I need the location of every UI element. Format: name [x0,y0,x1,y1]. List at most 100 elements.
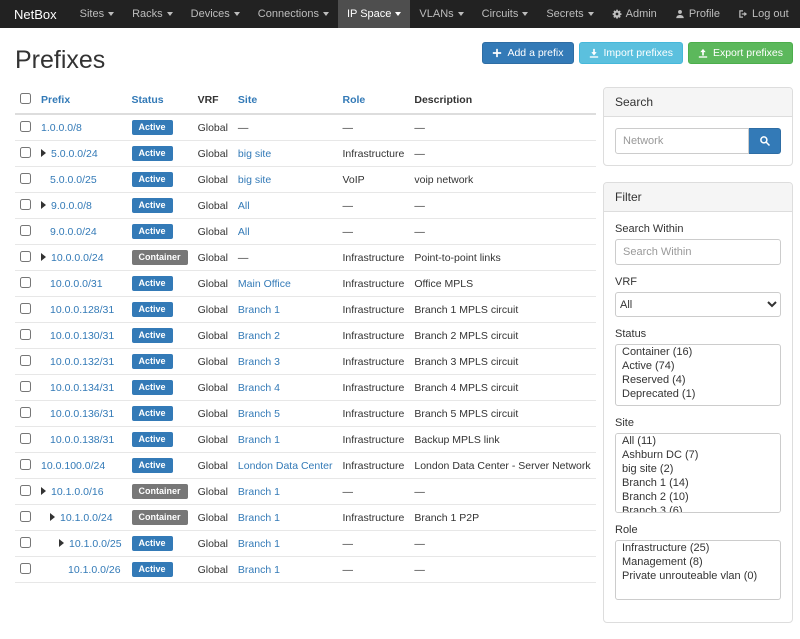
prefix-link[interactable]: 10.1.0.0/16 [51,486,104,498]
filter-option[interactable]: big site (2) [616,462,780,476]
prefix-link[interactable]: 10.0.0.132/31 [50,356,114,368]
row-check-cell [15,375,36,401]
prefix-link[interactable]: 10.1.0.0/24 [60,512,113,524]
prefix-link[interactable]: 10.0.0.136/31 [50,408,114,420]
prefix-link[interactable]: 5.0.0.0/24 [51,148,98,160]
site-link[interactable]: Branch 1 [238,304,280,316]
row-checkbox[interactable] [20,329,31,340]
prefix-link[interactable]: 10.0.0.134/31 [50,382,114,394]
search-within-input[interactable] [615,239,781,265]
site-link[interactable]: All [238,226,250,238]
role-filter-listbox[interactable]: Infrastructure (25)Management (8)Private… [615,540,781,600]
site-link[interactable]: Branch 1 [238,564,280,576]
filter-option[interactable]: Container (16) [616,345,780,359]
site-link[interactable]: big site [238,148,271,160]
prefix-link[interactable]: 10.0.0.138/31 [50,434,114,446]
nav-racks[interactable]: Racks [123,0,182,28]
filter-option[interactable]: Deprecated (1) [616,387,780,401]
user-icon [675,9,685,19]
filter-option[interactable]: Ashburn DC (7) [616,448,780,462]
site-link[interactable]: Main Office [238,278,291,290]
site-link[interactable]: Branch 1 [238,434,280,446]
row-checkbox[interactable] [20,433,31,444]
site-link[interactable]: Branch 3 [238,356,280,368]
prefix-link[interactable]: 10.0.0.130/31 [50,330,114,342]
prefix-link[interactable]: 10.0.100.0/24 [41,460,105,472]
nav-admin[interactable]: Admin [603,0,666,28]
export-prefixes-button[interactable]: Export prefixes [688,42,793,64]
row-checkbox[interactable] [20,199,31,210]
prefix-link[interactable]: 9.0.0.0/24 [50,226,97,238]
row-checkbox[interactable] [20,121,31,132]
row-checkbox[interactable] [20,251,31,262]
column-header-role[interactable]: Role [338,87,410,114]
nav-profile[interactable]: Profile [666,0,729,28]
filter-option[interactable]: Branch 3 (6) [616,504,780,513]
column-header-site[interactable]: Site [233,87,338,114]
row-checkbox[interactable] [20,381,31,392]
site-link[interactable]: London Data Center [238,460,333,472]
row-checkbox[interactable] [20,459,31,470]
filter-option[interactable]: Private unrouteable vlan (0) [616,569,780,583]
add-prefix-button[interactable]: Add a prefix [482,42,573,64]
row-checkbox[interactable] [20,277,31,288]
description-cell: Branch 1 MPLS circuit [409,297,595,323]
row-checkbox[interactable] [20,563,31,574]
prefix-link[interactable]: 10.1.0.0/25 [69,538,122,550]
row-checkbox[interactable] [20,225,31,236]
nav-devices[interactable]: Devices [182,0,249,28]
column-header-prefix[interactable]: Prefix [36,87,127,114]
row-checkbox[interactable] [20,147,31,158]
row-checkbox[interactable] [20,407,31,418]
import-prefixes-button[interactable]: Import prefixes [579,42,683,64]
site-link[interactable]: All [238,200,250,212]
filter-option[interactable]: Branch 1 (14) [616,476,780,490]
nav-logout[interactable]: Log out [729,0,798,28]
prefix-link[interactable]: 5.0.0.0/25 [50,174,97,186]
nav-connections[interactable]: Connections [249,0,338,28]
prefix-link[interactable]: 10.0.0.0/24 [51,252,104,264]
filter-option[interactable]: All (11) [616,434,780,448]
nav-item-label: Sites [80,8,104,20]
site-link[interactable]: Branch 1 [238,538,280,550]
site-filter-listbox[interactable]: All (11)Ashburn DC (7)big site (2)Branch… [615,433,781,513]
prefix-link[interactable]: 10.0.0.0/31 [50,278,103,290]
filter-option[interactable]: Infrastructure (25) [616,541,780,555]
prefix-link[interactable]: 1.0.0.0/8 [41,122,82,134]
status-badge: Active [132,328,173,343]
column-header-status[interactable]: Status [127,87,193,114]
search-input[interactable] [615,128,749,154]
select-all-checkbox[interactable] [20,93,31,104]
site-link[interactable]: Branch 5 [238,408,280,420]
site-link[interactable]: Branch 1 [238,512,280,524]
prefix-link[interactable]: 9.0.0.0/8 [51,200,92,212]
row-checkbox[interactable] [20,485,31,496]
nav-secrets[interactable]: Secrets [537,0,602,28]
row-checkbox[interactable] [20,511,31,522]
nav-sites[interactable]: Sites [71,0,123,28]
site-link[interactable]: Branch 1 [238,486,280,498]
brand[interactable]: NetBox [0,0,71,28]
row-checkbox[interactable] [20,355,31,366]
status-filter-listbox[interactable]: Container (16)Active (74)Reserved (4)Dep… [615,344,781,406]
filter-option[interactable]: Reserved (4) [616,373,780,387]
prefix-link[interactable]: 10.0.0.128/31 [50,304,114,316]
row-check-cell [15,453,36,479]
filter-option[interactable]: Branch 2 (10) [616,490,780,504]
filter-option[interactable]: Active (74) [616,359,780,373]
vrf-select[interactable]: All [615,292,781,317]
filter-option[interactable]: Management (8) [616,555,780,569]
status-badge: Container [132,250,188,265]
row-checkbox[interactable] [20,173,31,184]
prefix-link[interactable]: 10.1.0.0/26 [68,564,121,576]
nav-vlans[interactable]: VLANs [410,0,472,28]
row-checkbox[interactable] [20,537,31,548]
site-link[interactable]: big site [238,174,271,186]
nav-ip-space[interactable]: IP Space [338,0,410,28]
nav-circuits[interactable]: Circuits [473,0,538,28]
search-button[interactable] [749,128,781,154]
chevron-down-icon [108,12,114,16]
site-link[interactable]: Branch 2 [238,330,280,342]
site-link[interactable]: Branch 4 [238,382,280,394]
row-checkbox[interactable] [20,303,31,314]
